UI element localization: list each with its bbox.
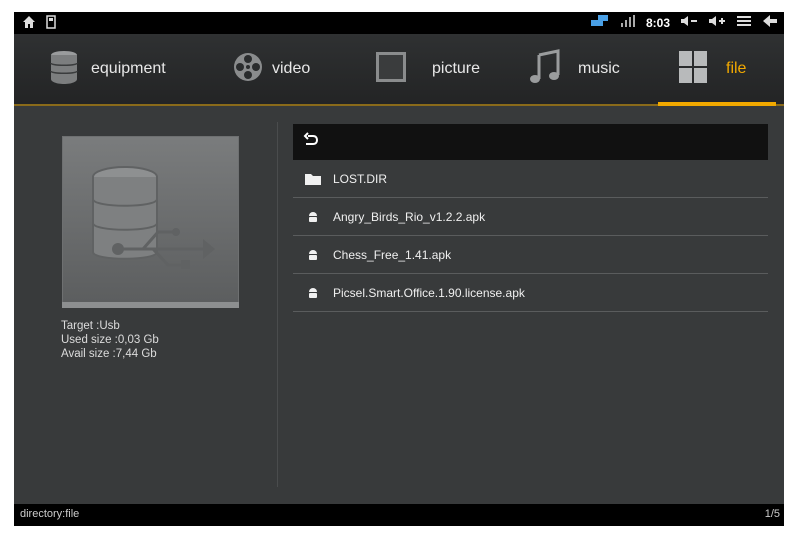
menu-icon[interactable] [736,14,752,31]
category-tab-bar: equipment video picture music file [14,34,784,106]
grid-icon [678,50,708,89]
bottom-status-bar: directory:file 1/5 [14,504,784,526]
sd-card-icon [46,15,56,34]
device-info-panel: Target :Usb Used size :0,03 Gb Avail siz… [14,106,277,486]
clock: 8:03 [645,15,670,30]
current-directory: directory:file [20,508,80,520]
tab-label: file [726,60,747,77]
picture-frame-icon [374,50,408,89]
tab-file[interactable]: file [657,34,778,106]
tab-label: picture [432,60,481,77]
android-icon [305,287,321,299]
back-icon [303,131,319,153]
back-arrow-icon[interactable] [762,14,778,31]
capacity-bar [62,302,239,308]
music-note-icon [530,48,560,90]
list-item[interactable]: LOST.DIR [293,160,768,198]
file-name: LOST.DIR [333,171,388,186]
signal-bars-icon [620,14,636,31]
usb-storage-icon [62,136,239,303]
tab-label: music [578,60,620,77]
android-icon [305,249,321,261]
home-icon[interactable] [22,15,36,34]
used-size-label: Used size :0,03 Gb [61,334,159,346]
tab-picture[interactable]: picture [374,34,480,104]
avail-size-label: Avail size :7,44 Gb [61,348,157,360]
tab-label: equipment [91,60,166,77]
folder-icon [305,173,321,185]
file-name: Chess_Free_1.41.apk [333,247,452,262]
database-icon [49,49,79,90]
list-item[interactable]: Chess_Free_1.41.apk [293,236,768,274]
parent-directory-button[interactable] [293,124,768,160]
volume-down-icon[interactable] [680,14,698,31]
tab-label: video [272,60,311,77]
file-name: Picsel.Smart.Office.1.90.license.apk [333,285,525,300]
file-list: LOST.DIR Angry_Birds_Rio_v1.2.2.apk Ches… [293,124,768,312]
target-label: Target :Usb [61,320,120,332]
android-icon [305,211,321,223]
volume-up-icon[interactable] [708,14,726,31]
page-indicator: 1/5 [764,508,780,520]
status-bar: 8:03 [14,12,784,34]
usb-connection-icon [590,14,610,31]
list-item[interactable]: Angry_Birds_Rio_v1.2.2.apk [293,198,768,236]
tab-music[interactable]: music [530,34,620,104]
list-item[interactable]: Picsel.Smart.Office.1.90.license.apk [293,274,768,312]
file-name: Angry_Birds_Rio_v1.2.2.apk [333,209,486,224]
tab-equipment[interactable]: equipment [49,34,166,104]
film-reel-icon [232,51,264,88]
device-details: Target :Usb Used size :0,03 Gb Avail siz… [61,319,159,361]
panel-divider [277,122,278,487]
tab-video[interactable]: video [232,34,310,104]
tablet-screen: 8:03 equipment video picture music file … [14,12,784,526]
